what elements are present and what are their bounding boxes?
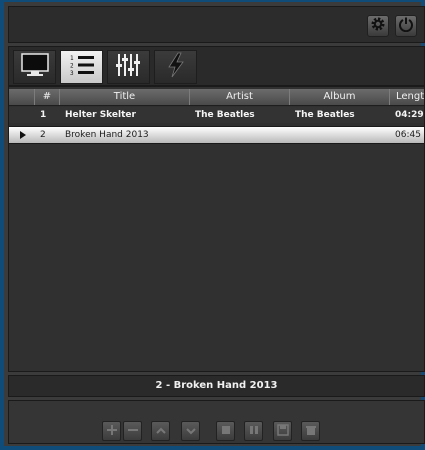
table-row[interactable]: 1 Helter Skelter The Beatles The Beatles… bbox=[9, 107, 424, 123]
tab-power[interactable] bbox=[154, 50, 197, 84]
column-header-album[interactable]: Album bbox=[290, 89, 390, 105]
app-window: 1 2 3 # Title Artist Album Lengt 1 Helte… bbox=[0, 0, 425, 450]
settings-button[interactable] bbox=[367, 15, 389, 37]
clear-button[interactable] bbox=[301, 421, 320, 441]
now-playing-label: 2 - Broken Hand 2013 bbox=[8, 375, 425, 397]
add-button[interactable] bbox=[102, 421, 121, 441]
svg-text:1: 1 bbox=[70, 55, 74, 62]
save-button[interactable] bbox=[273, 421, 292, 441]
column-header-number[interactable]: # bbox=[35, 89, 60, 105]
table-row-playing[interactable]: 2 Broken Hand 2013 06:45 bbox=[9, 126, 424, 144]
row-title: Broken Hand 2013 bbox=[65, 130, 149, 140]
row-artist: The Beatles bbox=[195, 110, 255, 120]
trash-icon bbox=[305, 424, 317, 439]
remove-button[interactable] bbox=[123, 421, 142, 441]
tab-equalizer[interactable] bbox=[107, 50, 150, 84]
play-indicator-icon bbox=[19, 127, 29, 143]
move-down-button[interactable] bbox=[181, 421, 200, 441]
stop-icon bbox=[221, 425, 231, 438]
minus-icon bbox=[127, 425, 138, 438]
row-title: Helter Skelter bbox=[65, 110, 136, 120]
row-length: 06:45 bbox=[395, 130, 421, 140]
column-header-title[interactable]: Title bbox=[60, 89, 190, 105]
playlist-header: # Title Artist Album Length bbox=[9, 89, 424, 106]
playlist-panel: # Title Artist Album Length 1 Helter Ske… bbox=[8, 86, 425, 372]
chevron-down-icon bbox=[185, 425, 196, 438]
row-artist bbox=[195, 127, 290, 143]
tab-bar: 1 2 3 bbox=[8, 46, 425, 86]
tab-monitor[interactable] bbox=[13, 50, 56, 84]
row-album: The Beatles bbox=[295, 110, 355, 120]
row-number: 1 bbox=[40, 110, 47, 120]
power-icon bbox=[398, 16, 414, 36]
pause-button[interactable] bbox=[244, 421, 263, 441]
playlist-controls bbox=[8, 400, 425, 444]
stop-button[interactable] bbox=[216, 421, 235, 441]
tab-playlist[interactable]: 1 2 3 bbox=[60, 50, 103, 84]
lightning-icon bbox=[163, 51, 189, 83]
top-toolbar bbox=[8, 6, 425, 43]
pause-icon bbox=[249, 425, 259, 438]
row-number: 2 bbox=[40, 130, 46, 140]
save-icon bbox=[276, 423, 289, 439]
chevron-up-icon bbox=[155, 425, 166, 438]
column-header-indicator bbox=[9, 89, 35, 105]
numbered-list-icon: 1 2 3 bbox=[67, 53, 97, 81]
plus-icon bbox=[106, 424, 117, 438]
monitor-icon bbox=[20, 52, 50, 82]
svg-text:3: 3 bbox=[70, 70, 74, 77]
move-up-button[interactable] bbox=[151, 421, 170, 441]
column-header-length[interactable]: Length bbox=[390, 89, 424, 105]
row-length: 04:29 bbox=[395, 110, 424, 120]
row-album bbox=[295, 127, 390, 143]
equalizer-sliders-icon bbox=[114, 52, 144, 82]
gear-icon bbox=[370, 16, 386, 36]
column-header-artist[interactable]: Artist bbox=[190, 89, 290, 105]
svg-text:2: 2 bbox=[70, 63, 74, 70]
power-button[interactable] bbox=[395, 15, 417, 37]
